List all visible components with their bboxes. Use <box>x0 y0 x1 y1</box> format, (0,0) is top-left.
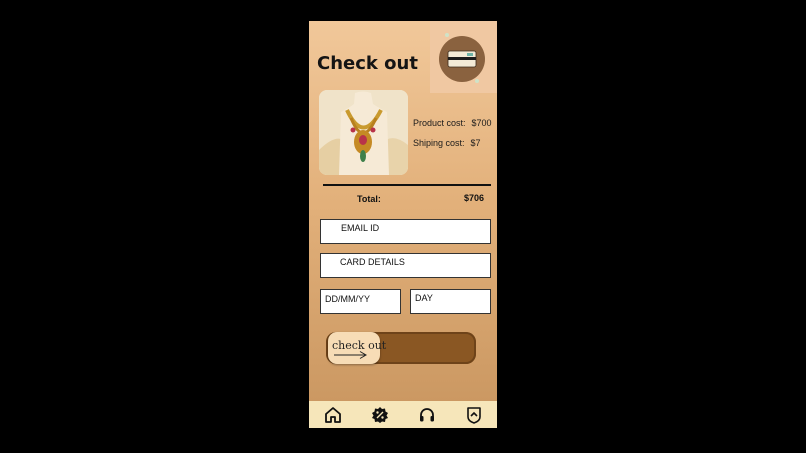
email-field-label: EMAIL ID <box>341 223 380 233</box>
checkout-button[interactable]: check out <box>328 332 386 364</box>
product-image <box>319 90 408 175</box>
shield-icon <box>466 406 481 424</box>
product-cost-value: $700 <box>471 118 492 128</box>
shipping-cost-label: Shiping cost: <box>413 138 465 148</box>
nav-support[interactable] <box>416 404 438 426</box>
nav-discount[interactable] <box>369 404 391 426</box>
home-icon <box>324 406 341 423</box>
nav-security[interactable] <box>463 404 485 426</box>
shipping-cost-value: $7 <box>470 138 481 148</box>
arrow-right-icon <box>334 351 367 359</box>
card-details-label: CARD DETAILS <box>340 257 405 267</box>
discount-icon <box>371 406 388 423</box>
nav-home[interactable] <box>322 404 344 426</box>
decor-dot <box>445 33 449 37</box>
headphones-icon <box>419 407 434 421</box>
bottom-nav <box>309 401 497 428</box>
day-field[interactable]: DAY <box>410 289 491 314</box>
day-field-label: DAY <box>415 293 433 303</box>
total-label: Total: <box>357 194 381 204</box>
decor-dot <box>475 79 479 83</box>
page-title: Check out <box>317 53 418 74</box>
date-field[interactable]: DD/MM/YY <box>320 289 401 314</box>
email-field[interactable]: EMAIL ID <box>320 219 491 244</box>
product-cost-row: Product cost: $700 <box>413 118 492 128</box>
date-field-label: DD/MM/YY <box>325 294 370 304</box>
divider <box>323 184 491 186</box>
card-badge[interactable] <box>439 36 485 82</box>
card-details-field[interactable]: CARD DETAILS <box>320 253 491 278</box>
product-cost-label: Product cost: <box>413 118 466 128</box>
total-value: $706 <box>464 193 485 203</box>
shipping-cost-row: Shiping cost: $7 <box>413 138 481 148</box>
credit-card-icon <box>447 50 477 68</box>
checkout-screen: Check out Product cost: $700 Shiping cost… <box>309 21 497 428</box>
